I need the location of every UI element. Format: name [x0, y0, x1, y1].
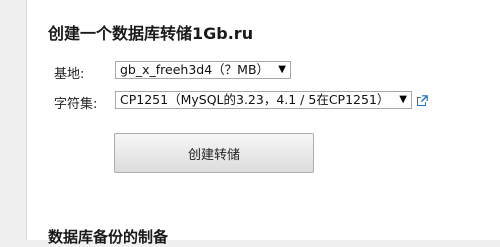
page-title: 创建一个数据库转储1Gb.ru	[48, 24, 254, 43]
charset-select-value: CP1251（MySQL的3.23，4.1 / 5在CP1251）	[120, 92, 390, 107]
base-select[interactable]: gb_x_freeh3d4（？MB） ▼	[115, 61, 291, 79]
chevron-down-icon: ▼	[278, 64, 286, 75]
base-label: 基地:	[54, 67, 85, 82]
chevron-down-icon: ▼	[399, 94, 407, 105]
charset-select[interactable]: CP1251（MySQL的3.23，4.1 / 5在CP1251） ▼	[115, 91, 412, 109]
create-dump-button[interactable]: 创建转储	[114, 133, 314, 173]
base-select-value: gb_x_freeh3d4（？MB）	[120, 62, 270, 77]
external-link-icon[interactable]	[417, 95, 428, 106]
charset-label: 字符集:	[54, 97, 98, 112]
section-title: 数据库备份的制备	[48, 228, 169, 246]
